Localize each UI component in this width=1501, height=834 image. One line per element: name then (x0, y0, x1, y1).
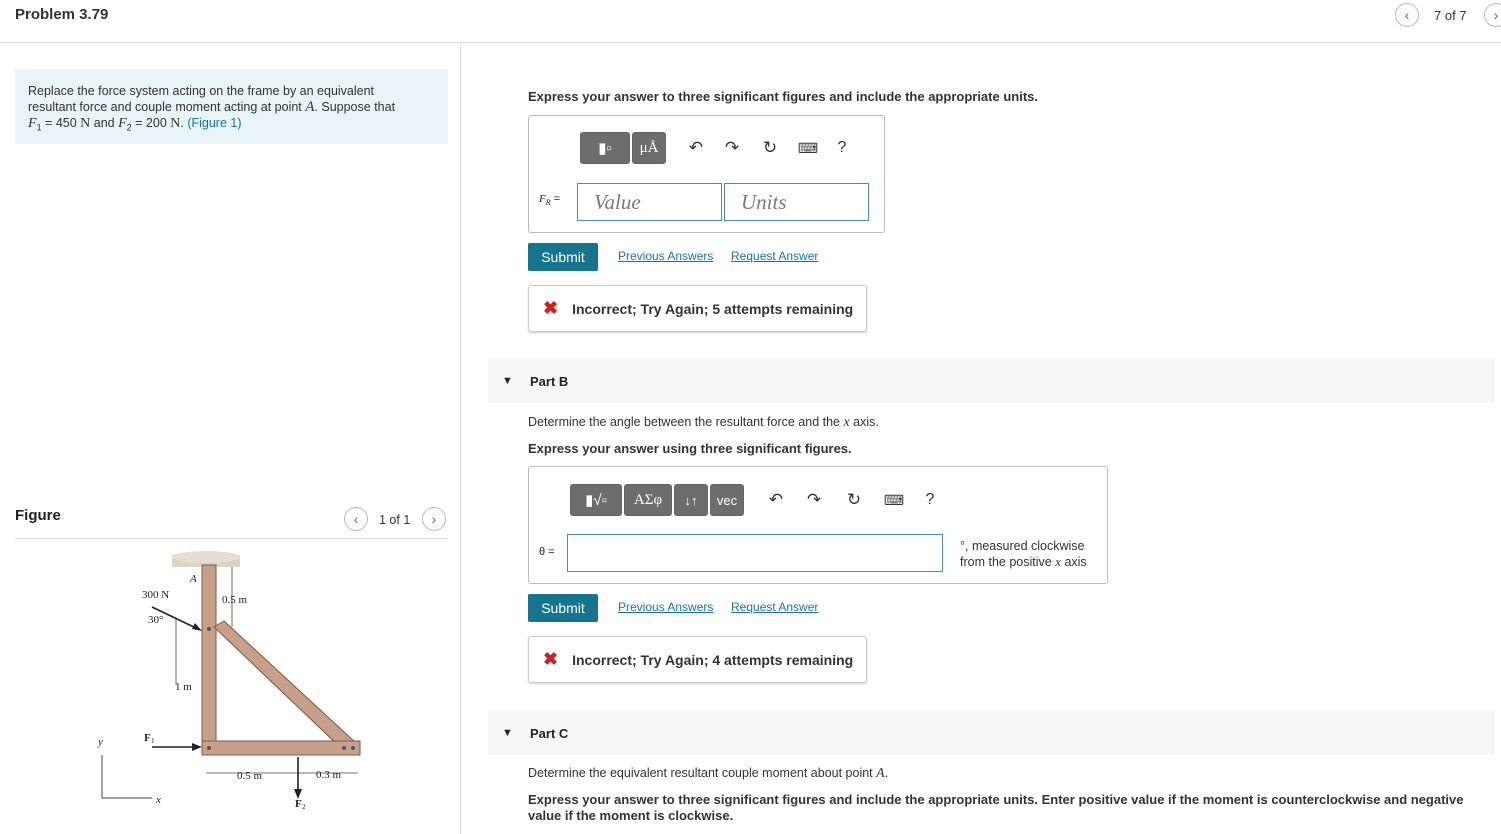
theta-unit-note: °, measured clockwise from the positive … (960, 539, 1087, 569)
chevron-left-icon[interactable]: ‹ (1395, 3, 1419, 27)
part-b-question: Determine the angle between the resultan… (528, 415, 879, 430)
part-c-header[interactable] (488, 710, 1495, 755)
figure-prev-icon[interactable]: ‹ (344, 507, 368, 531)
label-05m-bottom: 0.5 m (237, 770, 263, 782)
label-03m: 0.3 m (316, 769, 342, 781)
theta-label: θ = (539, 546, 555, 558)
redo-icon[interactable]: ↷ (800, 486, 828, 514)
label-300n: 300 N (142, 589, 169, 601)
theta-input[interactable] (567, 534, 943, 572)
problem-title: Problem 3.79 (15, 6, 109, 23)
pin-2 (207, 746, 211, 750)
figure-heading: Figure (15, 507, 61, 524)
part-c-instruction: Express your answer to three significant… (528, 792, 1464, 823)
frame-figure: 300 N 30° A 0.5 m 1 m F 1 0.5 m 0.3 m F … (97, 551, 361, 811)
page-indicator: 7 of 7 (1434, 8, 1467, 23)
label-f2-sub: 2 (302, 803, 306, 811)
undo-icon[interactable]: ↶ (762, 486, 790, 514)
part-a-request-answer-link[interactable]: Request Answer (731, 249, 818, 263)
part-c-label: Part C (530, 726, 569, 741)
label-05m-top: 0.5 m (222, 594, 248, 606)
pane-divider (460, 43, 461, 834)
pin-3 (342, 746, 346, 750)
units-input[interactable]: Units (724, 183, 869, 221)
keyboard-icon[interactable]: ⌨ (880, 486, 908, 514)
figure-pager: 1 of 1 (379, 513, 411, 527)
part-b-submit-button[interactable]: Submit (528, 594, 598, 622)
part-c-question: Determine the equivalent resultant coupl… (528, 766, 889, 781)
problem-line-3: F1 = 450 N and F2 = 200 N. (Figure 1) (28, 116, 242, 133)
force-300-arrowhead (192, 623, 202, 631)
diagonal-member (213, 620, 357, 750)
part-b-instruction: Express your answer using three signific… (528, 441, 852, 456)
figure-divider (15, 538, 448, 539)
value-input[interactable]: Value (577, 183, 722, 221)
pin-1 (207, 627, 211, 631)
problem-line-2: resultant force and couple moment acting… (28, 99, 396, 115)
header-divider (0, 42, 1501, 43)
vec-button[interactable]: vec (710, 484, 744, 516)
part-b-label: Part B (530, 374, 569, 389)
f1-arrowhead (192, 743, 202, 751)
part-b-request-answer-link[interactable]: Request Answer (731, 600, 818, 614)
problem-line-1: Replace the force system acting on the f… (28, 84, 375, 98)
ceiling-texture (172, 551, 240, 563)
pin-4 (351, 746, 355, 750)
part-a-answer-box: ▮▫ μÅ ↶ ↷ ↻ ⌨ ? FR = Value Units (528, 115, 885, 233)
label-f1-sub: 1 (151, 737, 155, 745)
label-f2: F (295, 798, 302, 810)
units-button[interactable]: μÅ (632, 132, 666, 164)
part-b-header[interactable] (488, 358, 1495, 403)
fr-label: FR = (539, 193, 561, 208)
part-a-feedback: ✖ Incorrect; Try Again; 5 attempts remai… (528, 285, 867, 332)
problem-statement: Replace the force system acting on the f… (15, 69, 448, 144)
label-f1: F (144, 732, 151, 744)
label-1m: 1 m (175, 681, 192, 693)
part-a-toolbar: ▮▫ μÅ ↶ ↷ ↻ ⌨ ? (580, 132, 856, 164)
incorrect-icon: ✖ (543, 298, 559, 318)
figure-link[interactable]: (Figure 1) (187, 116, 241, 130)
reset-icon[interactable]: ↻ (756, 134, 784, 162)
part-b-feedback: ✖ Incorrect; Try Again; 4 attempts remai… (528, 636, 867, 683)
updown-button[interactable]: ↓↑ (674, 484, 708, 516)
keyboard-icon[interactable]: ⌨ (794, 134, 822, 162)
part-c-collapse-icon[interactable]: ▼ (502, 727, 513, 739)
templates-icon[interactable]: ▮▫ (580, 132, 630, 164)
part-a-submit-button[interactable]: Submit (528, 243, 598, 271)
greek-button[interactable]: ΑΣφ (624, 484, 672, 516)
undo-icon[interactable]: ↶ (682, 134, 710, 162)
chevron-right-icon[interactable]: › (1484, 3, 1501, 27)
part-b-previous-answers-link[interactable]: Previous Answers (618, 600, 713, 614)
reset-icon[interactable]: ↻ (840, 486, 868, 514)
incorrect-icon: ✖ (543, 649, 559, 669)
figure-next-icon[interactable]: › (422, 507, 446, 531)
help-icon[interactable]: ? (916, 486, 944, 514)
part-b-collapse-icon[interactable]: ▼ (502, 375, 513, 387)
label-angle: 30° (148, 614, 163, 626)
part-a-previous-answers-link[interactable]: Previous Answers (618, 249, 713, 263)
label-y-axis: y (97, 736, 103, 748)
label-point-a: A (189, 573, 197, 585)
horizontal-member (201, 740, 361, 756)
part-b-answer-box: ▮√▫ ΑΣφ ↓↑ vec ↶ ↷ ↻ ⌨ ? θ = °, measured… (528, 466, 1108, 584)
redo-icon[interactable]: ↷ (718, 134, 746, 162)
part-b-toolbar: ▮√▫ ΑΣφ ↓↑ vec ↶ ↷ ↻ ⌨ ? (570, 484, 944, 516)
templates-icon[interactable]: ▮√▫ (570, 484, 622, 516)
part-a-instruction: Express your answer to three significant… (528, 89, 1038, 104)
label-x-axis: x (155, 794, 161, 806)
vertical-member (201, 564, 217, 756)
help-icon[interactable]: ? (828, 134, 856, 162)
